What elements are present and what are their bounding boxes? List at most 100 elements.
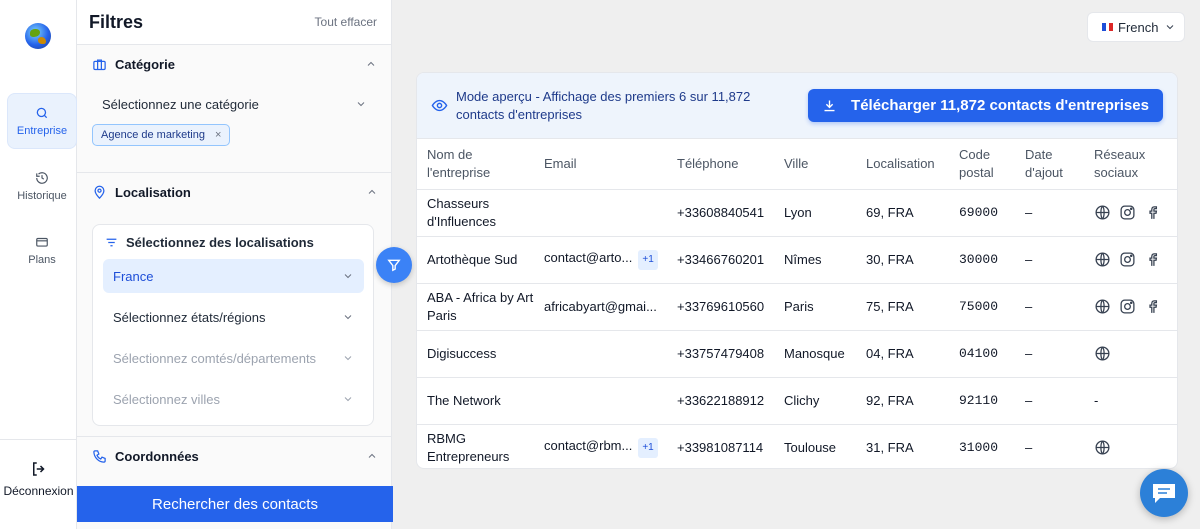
- facebook-icon[interactable]: [1144, 298, 1161, 315]
- city-value: Nîmes: [774, 236, 856, 284]
- column-header-phone[interactable]: Téléphone: [667, 139, 774, 190]
- state-select[interactable]: Sélectionnez états/régions: [103, 300, 364, 334]
- phone-icon: [93, 449, 106, 463]
- location-value: 92, FRA: [856, 377, 949, 425]
- column-header-email[interactable]: Email: [534, 139, 667, 190]
- rail-item-entreprise[interactable]: Entreprise: [7, 93, 77, 149]
- french-flag-icon: [1102, 23, 1114, 31]
- location-value: 30, FRA: [856, 236, 949, 284]
- social-icons: [1094, 439, 1177, 456]
- chevron-up-icon[interactable]: [365, 58, 377, 70]
- date-value: –: [1015, 283, 1084, 331]
- state-placeholder: Sélectionnez états/régions: [113, 309, 266, 325]
- history-icon: [36, 171, 48, 184]
- column-header-city[interactable]: Ville: [774, 139, 856, 190]
- table-row[interactable]: The Network +33622188912 Clichy 92, FRA 9211…: [417, 377, 1177, 425]
- county-select[interactable]: Sélectionnez comtés/départements: [103, 341, 364, 375]
- phone-value: +33608840541: [667, 189, 774, 237]
- category-select[interactable]: Sélectionnez une catégorie: [92, 86, 377, 122]
- rail-item-label: Entreprise: [16, 124, 68, 137]
- city-value: Paris: [774, 283, 856, 331]
- email-value[interactable]: africabyart@gmai...: [544, 299, 657, 314]
- company-name[interactable]: Digisuccess: [417, 330, 534, 378]
- rail-item-label: Historique: [17, 189, 67, 202]
- column-header-location[interactable]: Localisation: [856, 139, 949, 190]
- location-section-header[interactable]: Localisation: [77, 172, 392, 212]
- globe-icon[interactable]: [1094, 204, 1111, 221]
- social-cell: -: [1084, 377, 1177, 425]
- search-contacts-button[interactable]: Rechercher des contacts: [77, 486, 393, 522]
- chevron-up-icon[interactable]: [366, 450, 378, 462]
- table-row[interactable]: Artothèque Sud contact@arto... +1 +33466760…: [417, 236, 1177, 284]
- filters-title: Filtres: [89, 11, 144, 32]
- column-header-social[interactable]: Réseaux sociaux: [1084, 139, 1177, 190]
- company-name[interactable]: RBMG Entrepreneurs: [417, 424, 534, 468]
- email-value[interactable]: contact@rbm...: [544, 438, 632, 453]
- category-select-label: Sélectionnez une catégorie: [102, 96, 259, 112]
- filter-lines-icon: [106, 238, 117, 246]
- category-chip-wrap: Agence de marketing ×: [92, 124, 377, 146]
- facebook-icon[interactable]: [1144, 251, 1161, 268]
- phone-value: +33622188912: [667, 377, 774, 425]
- download-button[interactable]: Télécharger 11,872 contacts d'entreprise…: [808, 89, 1163, 122]
- company-name[interactable]: Chasseurs d'Influences: [417, 189, 534, 237]
- email-value[interactable]: contact@arto...: [544, 250, 632, 265]
- extra-email-badge[interactable]: +1: [638, 250, 658, 270]
- company-name[interactable]: Artothèque Sud: [417, 236, 534, 284]
- date-value: –: [1015, 236, 1084, 284]
- globe-icon[interactable]: [1094, 345, 1111, 362]
- table-row[interactable]: ABA - Africa by Art Paris africabyart@gma…: [417, 283, 1177, 331]
- zip-value: 75000: [949, 283, 1015, 331]
- chevron-up-icon[interactable]: [366, 186, 378, 198]
- contacts-section-header[interactable]: Coordonnées: [77, 436, 392, 476]
- table-row[interactable]: RBMG Entrepreneurs contact@rbm... +1 +33981…: [417, 424, 1177, 468]
- facebook-icon[interactable]: [1144, 204, 1161, 221]
- table-row[interactable]: Chasseurs d'Influences +33608840541 Lyon 69…: [417, 189, 1177, 237]
- globe-logo-icon[interactable]: [25, 23, 51, 49]
- location-box: Sélectionnez des localisations France Sé…: [92, 224, 374, 426]
- table-row[interactable]: Digisuccess +33757479408 Manosque 04, FRA 04…: [417, 330, 1177, 378]
- clear-all-link[interactable]: Tout effacer: [315, 15, 377, 29]
- date-value: –: [1015, 330, 1084, 378]
- social-cell: [1084, 424, 1177, 468]
- category-chip: Agence de marketing ×: [92, 124, 231, 146]
- toggle-filters-button[interactable]: [376, 247, 412, 283]
- column-header-zip[interactable]: Code postal: [949, 139, 1015, 190]
- location-value: 69, FRA: [856, 189, 949, 237]
- preview-text: Mode aperçu - Affichage des premiers 6 s…: [456, 88, 751, 122]
- city-value: Lyon: [774, 189, 856, 237]
- email-cell: [534, 377, 667, 425]
- category-section-header[interactable]: Catégorie: [77, 45, 391, 83]
- chat-widget-button[interactable]: [1140, 469, 1188, 517]
- category-chip-label: Agence de marketing: [101, 129, 205, 141]
- remove-chip-icon[interactable]: ×: [215, 129, 221, 141]
- email-cell: africabyart@gmai...: [534, 283, 667, 331]
- left-rail: Entreprise Historique Plans Déconnexion: [0, 0, 77, 529]
- briefcase-icon: [93, 59, 106, 70]
- logout-button[interactable]: Déconnexion: [0, 460, 77, 498]
- instagram-icon[interactable]: [1119, 204, 1136, 221]
- language-select[interactable]: French: [1087, 12, 1185, 42]
- phone-value: +33981087114: [667, 424, 774, 468]
- email-cell: [534, 189, 667, 237]
- category-body: Sélectionnez une catégorie Agence de mar…: [77, 86, 391, 146]
- chevron-down-icon: [344, 315, 352, 320]
- globe-icon[interactable]: [1094, 298, 1111, 315]
- globe-icon[interactable]: [1094, 251, 1111, 268]
- country-select[interactable]: France: [103, 259, 364, 293]
- rail-item-historique[interactable]: Historique: [7, 158, 77, 214]
- rail-item-plans[interactable]: Plans: [7, 222, 77, 278]
- column-header-date[interactable]: Date d'ajout: [1015, 139, 1084, 190]
- social-empty: -: [1094, 392, 1099, 408]
- logout-icon: [32, 462, 45, 476]
- city-select[interactable]: Sélectionnez villes: [103, 382, 364, 416]
- filters-header: Filtres Tout effacer: [77, 0, 391, 45]
- column-header-name[interactable]: Nom de l'entreprise: [417, 139, 534, 190]
- chevron-down-icon: [357, 102, 365, 107]
- instagram-icon[interactable]: [1119, 298, 1136, 315]
- globe-icon[interactable]: [1094, 439, 1111, 456]
- company-name[interactable]: The Network: [417, 377, 534, 425]
- instagram-icon[interactable]: [1119, 251, 1136, 268]
- extra-email-badge[interactable]: +1: [638, 438, 658, 458]
- company-name[interactable]: ABA - Africa by Art Paris: [417, 283, 534, 331]
